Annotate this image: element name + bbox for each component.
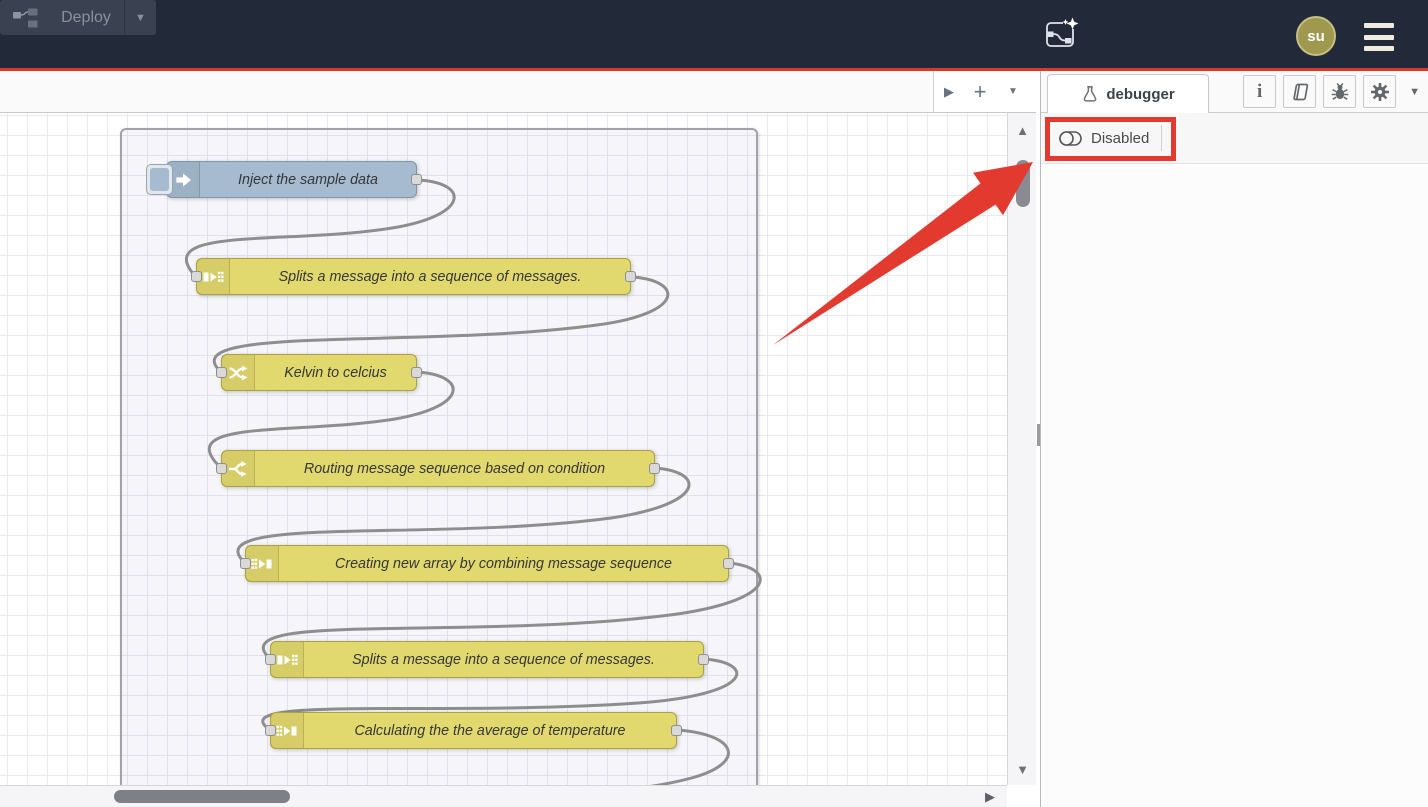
sidebar: debugger i <box>1040 71 1428 807</box>
debugger-tab-label: debugger <box>1106 86 1174 103</box>
output-port[interactable] <box>723 558 734 569</box>
debugger-toolbar: Disabled <box>1041 113 1428 164</box>
vertical-scroll-thumb[interactable] <box>1016 160 1030 207</box>
output-port[interactable] <box>411 367 422 378</box>
output-port[interactable] <box>625 271 636 282</box>
node-label: Creating new array by combining message … <box>279 546 728 581</box>
workspace-tab-controls: ▶ + ▼ <box>933 71 1036 112</box>
node-label: Splits a message into a sequence of mess… <box>304 642 703 677</box>
input-port[interactable] <box>265 725 276 736</box>
input-port[interactable] <box>240 558 251 569</box>
node-label: Routing message sequence based on condit… <box>255 451 654 486</box>
horizontal-scroll-thumb[interactable] <box>114 790 290 803</box>
switch-node[interactable]: Routing message sequence based on condit… <box>221 450 655 487</box>
info-button[interactable]: i <box>1243 75 1276 108</box>
sidebar-tools: i <box>1243 75 1420 108</box>
config-nodes-button[interactable] <box>1363 75 1396 108</box>
output-port[interactable] <box>411 174 422 185</box>
app-header: Deploy ▼ su <box>0 0 1428 68</box>
deploy-label: Deploy <box>48 9 124 27</box>
join-node-2[interactable]: Calculating the the average of temperatu… <box>270 712 677 749</box>
node-label: Inject the sample data <box>200 162 416 197</box>
sidebar-header: debugger i <box>1041 71 1428 113</box>
flow-canvas[interactable]: Inject the sample data Splits a message i… <box>0 113 1007 785</box>
debugger-panel-body <box>1041 164 1428 807</box>
scroll-up-icon[interactable]: ▲ <box>1008 123 1037 138</box>
scroll-right-icon[interactable]: ▶ <box>985 789 995 805</box>
disabled-label: Disabled <box>1091 130 1149 147</box>
bug-icon <box>1330 82 1350 102</box>
node-red-app: Deploy ▼ su ▶ + ▼ Inject the sample data… <box>0 0 1428 807</box>
debugger-disabled-toggle[interactable]: Disabled <box>1058 130 1149 147</box>
gear-icon <box>1370 82 1390 102</box>
node-label: Calculating the the average of temperatu… <box>304 713 676 748</box>
help-docs-button[interactable] <box>1283 75 1316 108</box>
node-label: Splits a message into a sequence of mess… <box>230 259 630 294</box>
ai-flow-icon[interactable] <box>1038 13 1082 57</box>
deploy-button[interactable]: Deploy ▼ <box>0 0 156 35</box>
flow-wires <box>0 113 1007 785</box>
input-port[interactable] <box>216 463 227 474</box>
toggle-off-icon <box>1058 130 1083 147</box>
deploy-nodes-icon <box>12 8 38 28</box>
inject-node[interactable]: Inject the sample data <box>166 161 417 198</box>
split-node-2[interactable]: Splits a message into a sequence of mess… <box>270 641 704 678</box>
inject-trigger-button[interactable] <box>146 164 173 195</box>
output-port[interactable] <box>671 725 682 736</box>
add-flow-button[interactable]: + <box>964 82 996 102</box>
toolbar-separator <box>1161 125 1162 151</box>
input-port[interactable] <box>191 271 202 282</box>
change-node[interactable]: Kelvin to celcius <box>221 354 417 391</box>
user-avatar[interactable]: su <box>1296 16 1336 56</box>
deploy-dropdown-caret[interactable]: ▼ <box>124 0 156 35</box>
node-label: Kelvin to celcius <box>255 355 416 390</box>
horizontal-scrollbar[interactable]: ▶ <box>0 785 1007 807</box>
flask-icon <box>1081 84 1099 104</box>
tab-scroll-right-icon[interactable]: ▶ <box>934 84 964 100</box>
info-icon: i <box>1257 81 1262 103</box>
hamburger-menu-icon[interactable] <box>1362 23 1396 51</box>
tab-debugger[interactable]: debugger <box>1047 74 1209 113</box>
debug-messages-button[interactable] <box>1323 75 1356 108</box>
join-node-1[interactable]: Creating new array by combining message … <box>245 545 729 582</box>
input-port[interactable] <box>265 654 276 665</box>
book-icon <box>1289 82 1311 102</box>
split-node-1[interactable]: Splits a message into a sequence of mess… <box>196 258 631 295</box>
input-port[interactable] <box>216 367 227 378</box>
output-port[interactable] <box>698 654 709 665</box>
chevron-down-icon[interactable]: ▼ <box>1409 86 1420 98</box>
output-port[interactable] <box>649 463 660 474</box>
flow-list-chevron-icon[interactable]: ▼ <box>996 86 1030 97</box>
scroll-down-icon[interactable]: ▼ <box>1008 762 1037 777</box>
vertical-scrollbar[interactable]: ▲ ▼ <box>1007 113 1036 785</box>
workspace-tabbar: ▶ + ▼ <box>0 71 1036 113</box>
